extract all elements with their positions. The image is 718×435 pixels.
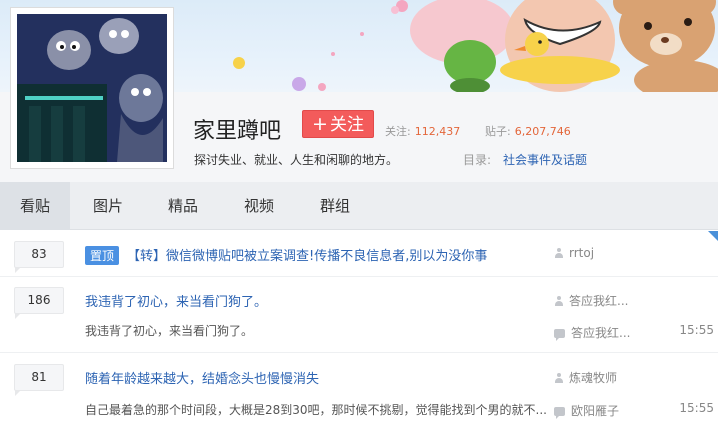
followers-label: 关注:: [385, 125, 411, 138]
posts-count: 6,207,746: [514, 125, 571, 138]
thread-excerpt: 自己最着急的那个时间段，大概是28到30吧，那时候不挑剔，觉得能找到个男的就不.…: [85, 403, 547, 417]
last-reply-time: 15:55: [679, 323, 714, 337]
tab-images[interactable]: 图片: [77, 182, 139, 230]
follow-button[interactable]: + 关注: [302, 110, 374, 138]
comment-icon: [554, 329, 565, 341]
thread-title-text: 【转】微信微博贴吧被立案调查!传播不良信息者,别以为没你事: [127, 249, 488, 264]
posts-label: 贴子:: [485, 125, 511, 138]
thread-title-link[interactable]: 我违背了初心，来当看门狗了。: [85, 291, 267, 310]
reply-count-badge: 81: [14, 364, 64, 396]
followers-stat: 关注: 112,437: [385, 123, 460, 139]
forum-description: 探讨失业、就业、人生和闲聊的地方。: [194, 153, 399, 167]
tab-videos[interactable]: 视频: [228, 182, 290, 230]
catalog-link[interactable]: 社会事件及话题: [503, 153, 587, 167]
thread-author[interactable]: rrtoj: [554, 246, 594, 260]
forum-avatar[interactable]: [10, 7, 174, 169]
reply-count-badge: 186: [14, 287, 64, 319]
catalog-label: 目录:: [463, 153, 492, 167]
last-reply-author[interactable]: 答应我红...: [554, 324, 630, 341]
plus-icon: +: [312, 113, 328, 135]
user-icon: [554, 248, 564, 258]
thread-author[interactable]: 答应我红...: [554, 292, 628, 309]
thread-row[interactable]: 83 置顶 【转】微信微博贴吧被立案调查!传播不良信息者,别以为没你事 rrtoj: [0, 231, 718, 277]
forum-tabs: 看贴 图片 精品 视频 群组: [0, 182, 718, 230]
thread-author-name: rrtoj: [569, 246, 595, 260]
last-reply-time: 15:55: [679, 401, 714, 415]
thread-row[interactable]: 81 随着年龄越来越大，结婚念头也慢慢消失 炼魂牧师 自己最着急的那个时间段，大…: [0, 353, 718, 435]
follow-button-label: 关注: [329, 115, 364, 135]
thread-title-link[interactable]: 置顶 【转】微信微博贴吧被立案调查!传播不良信息者,别以为没你事: [85, 245, 487, 265]
thread-row[interactable]: 186 我违背了初心，来当看门狗了。 答应我红... 我违背了初心，来当看门狗了…: [0, 277, 718, 353]
pinned-badge: 置顶: [85, 246, 120, 265]
thread-excerpt: 我违背了初心，来当看门狗了。: [85, 324, 254, 338]
comment-icon: [554, 407, 565, 419]
forum-title[interactable]: 家里蹲吧: [193, 113, 281, 145]
thread-author-name: 炼魂牧师: [569, 371, 618, 385]
tab-posts[interactable]: 看贴: [0, 182, 70, 230]
reply-count-badge: 83: [14, 241, 64, 273]
user-icon: [554, 296, 564, 306]
user-icon: [554, 373, 564, 383]
forum-avatar-image: [17, 14, 167, 162]
last-reply-author-name: 答应我红...: [571, 326, 631, 340]
last-reply-author-name: 欧阳雁子: [571, 404, 620, 418]
tab-featured[interactable]: 精品: [152, 182, 214, 230]
thread-author[interactable]: 炼魂牧师: [554, 369, 617, 386]
last-reply-author[interactable]: 欧阳雁子: [554, 402, 619, 419]
thread-author-name: 答应我红...: [569, 294, 629, 308]
forum-catalog: 目录: 社会事件及话题: [463, 151, 587, 168]
thread-title-link[interactable]: 随着年龄越来越大，结婚念头也慢慢消失: [85, 368, 319, 387]
followers-count: 112,437: [414, 125, 461, 138]
avatar-illustration: [17, 14, 167, 162]
tab-groups[interactable]: 群组: [304, 182, 366, 230]
posts-stat: 贴子: 6,207,746: [485, 123, 571, 139]
